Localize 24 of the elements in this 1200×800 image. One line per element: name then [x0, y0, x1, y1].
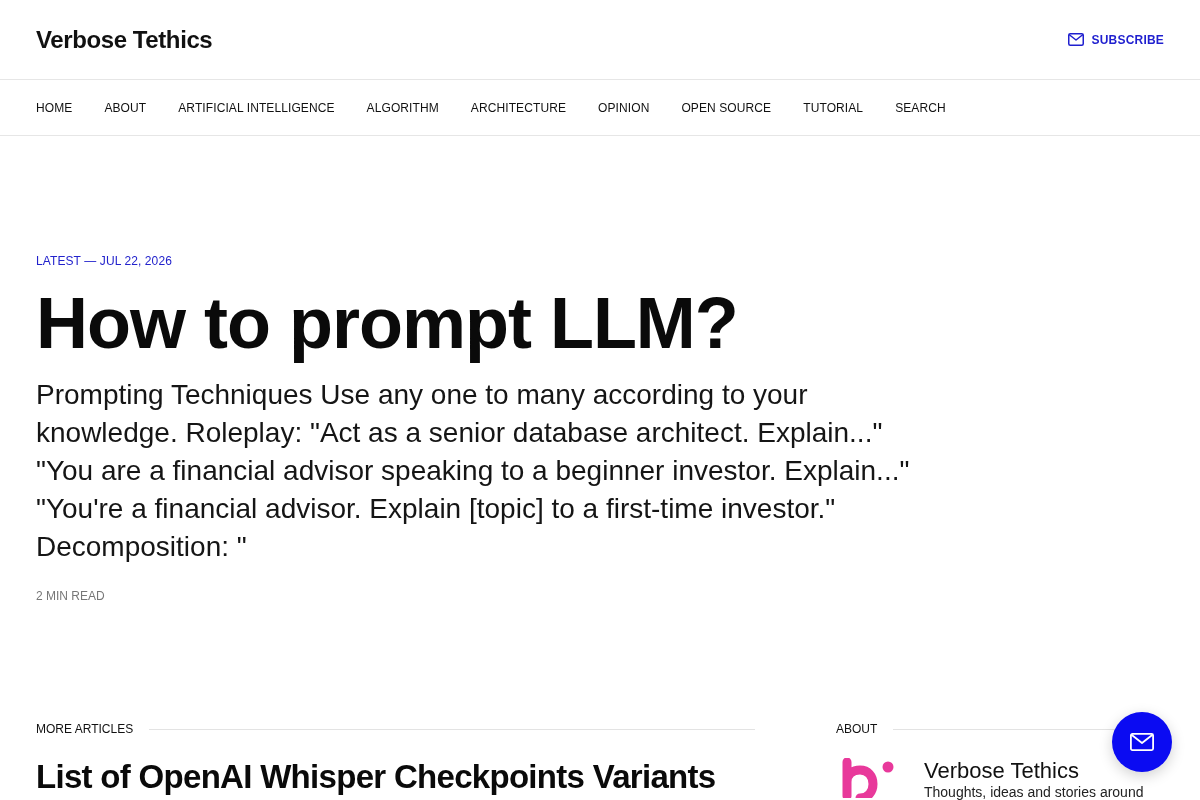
nav-link[interactable]: ABOUT — [104, 100, 147, 115]
site-title[interactable]: Verbose Tethics — [36, 25, 213, 54]
nav-link[interactable]: ARTIFICIAL INTELLIGENCE — [178, 100, 335, 115]
subscribe-fab-button[interactable] — [1112, 712, 1172, 772]
nav-link[interactable]: OPINION — [598, 100, 650, 115]
nav-link[interactable]: ALGORITHM — [366, 100, 439, 115]
article-title[interactable]: List of OpenAI Whisper Checkpoints Variants — [36, 757, 755, 797]
nav-link[interactable]: TUTORIAL — [803, 100, 864, 115]
mail-icon — [1130, 733, 1154, 751]
logo-icon — [840, 758, 894, 798]
read-time: 2 MIN READ — [36, 588, 106, 604]
section-heading: ABOUT — [836, 721, 878, 737]
section-heading: MORE ARTICLES — [36, 721, 134, 737]
nav-link[interactable]: ARCHITECTURE — [470, 100, 567, 115]
nav-link[interactable]: OPEN SOURCE — [681, 100, 772, 115]
nav-link[interactable]: HOME — [36, 100, 73, 115]
about-description: Thoughts, ideas and stories around — [924, 784, 1144, 800]
post-excerpt: Prompting Techniques Use any one to many according to your knowledge. Roleplay: "Act as a senior database architect. Explain..." "You are a financial advisor speaking to a beginner investor. Explain..." "You're a financial advisor. Explain [topic] to a first-time investor." Decomposition: " — [36, 378, 911, 564]
post-title[interactable]: How to prompt LLM? — [36, 283, 1164, 363]
subscribe-link[interactable]: SUBSCRIBE — [1067, 32, 1164, 47]
mail-icon — [1067, 33, 1084, 46]
latest-date-label: LATEST — JUL 22, 2026 — [36, 253, 173, 269]
nav-link[interactable]: SEARCH — [895, 100, 946, 115]
about-site-name: Verbose Tethics — [924, 758, 1080, 784]
